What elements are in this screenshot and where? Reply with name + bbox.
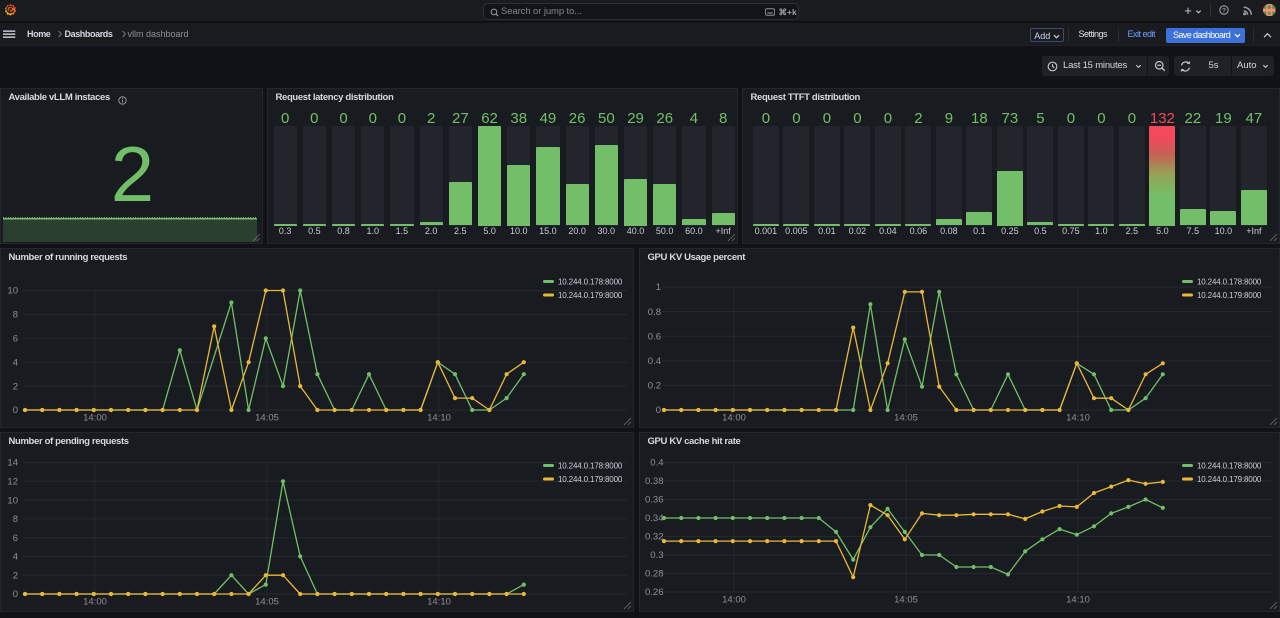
svg-text:14:10: 14:10 [1066, 413, 1090, 424]
svg-text:14:00: 14:00 [83, 597, 107, 608]
svg-text:10: 10 [7, 286, 18, 297]
svg-text:2: 2 [13, 381, 18, 392]
svg-text:0: 0 [13, 589, 18, 600]
svg-text:0: 0 [13, 405, 18, 416]
svg-text:10.244.0.179:8000: 10.244.0.179:8000 [558, 291, 623, 300]
svg-text:0.38: 0.38 [645, 476, 664, 487]
svg-text:0.6: 0.6 [648, 331, 661, 342]
svg-text:0.4: 0.4 [648, 356, 661, 367]
svg-text:0.3: 0.3 [650, 550, 663, 561]
svg-text:0.32: 0.32 [645, 532, 664, 543]
svg-text:14:00: 14:00 [722, 595, 746, 606]
svg-text:6: 6 [13, 334, 18, 345]
svg-text:10.244.0.179:8000: 10.244.0.179:8000 [1197, 475, 1262, 484]
svg-text:14:10: 14:10 [427, 597, 451, 608]
svg-text:14:05: 14:05 [255, 413, 279, 424]
svg-text:0.2: 0.2 [648, 381, 661, 392]
svg-text:14:10: 14:10 [1066, 595, 1090, 606]
svg-text:6: 6 [13, 533, 18, 544]
svg-text:4: 4 [13, 552, 18, 563]
svg-text:10.244.0.178:8000: 10.244.0.178:8000 [1197, 462, 1262, 471]
svg-text:1: 1 [656, 282, 661, 293]
svg-text:0: 0 [656, 405, 661, 416]
svg-text:?: ? [1222, 7, 1226, 14]
svg-text:8: 8 [13, 310, 18, 321]
svg-text:10.244.0.178:8000: 10.244.0.178:8000 [1197, 278, 1262, 287]
svg-text:0.4: 0.4 [650, 458, 663, 469]
svg-text:0.8: 0.8 [648, 307, 661, 318]
svg-text:0.28: 0.28 [645, 569, 664, 580]
svg-text:0.26: 0.26 [645, 587, 664, 598]
svg-text:14: 14 [7, 458, 18, 469]
svg-text:0.34: 0.34 [645, 513, 664, 524]
svg-text:14:05: 14:05 [894, 595, 918, 606]
svg-text:8: 8 [13, 514, 18, 525]
svg-text:12: 12 [7, 477, 18, 488]
svg-text:0.36: 0.36 [645, 495, 664, 506]
svg-text:4: 4 [13, 357, 18, 368]
svg-text:10.244.0.179:8000: 10.244.0.179:8000 [1197, 291, 1262, 300]
svg-text:2: 2 [13, 570, 18, 581]
svg-text:14:00: 14:00 [722, 413, 746, 424]
svg-text:10: 10 [7, 495, 18, 506]
svg-text:14:05: 14:05 [894, 413, 918, 424]
svg-text:14:00: 14:00 [83, 413, 107, 424]
svg-text:10.244.0.178:8000: 10.244.0.178:8000 [558, 462, 623, 471]
svg-text:14:05: 14:05 [255, 597, 279, 608]
svg-text:10.244.0.178:8000: 10.244.0.178:8000 [558, 278, 623, 287]
svg-text:10.244.0.179:8000: 10.244.0.179:8000 [558, 475, 623, 484]
svg-text:14:10: 14:10 [427, 413, 451, 424]
